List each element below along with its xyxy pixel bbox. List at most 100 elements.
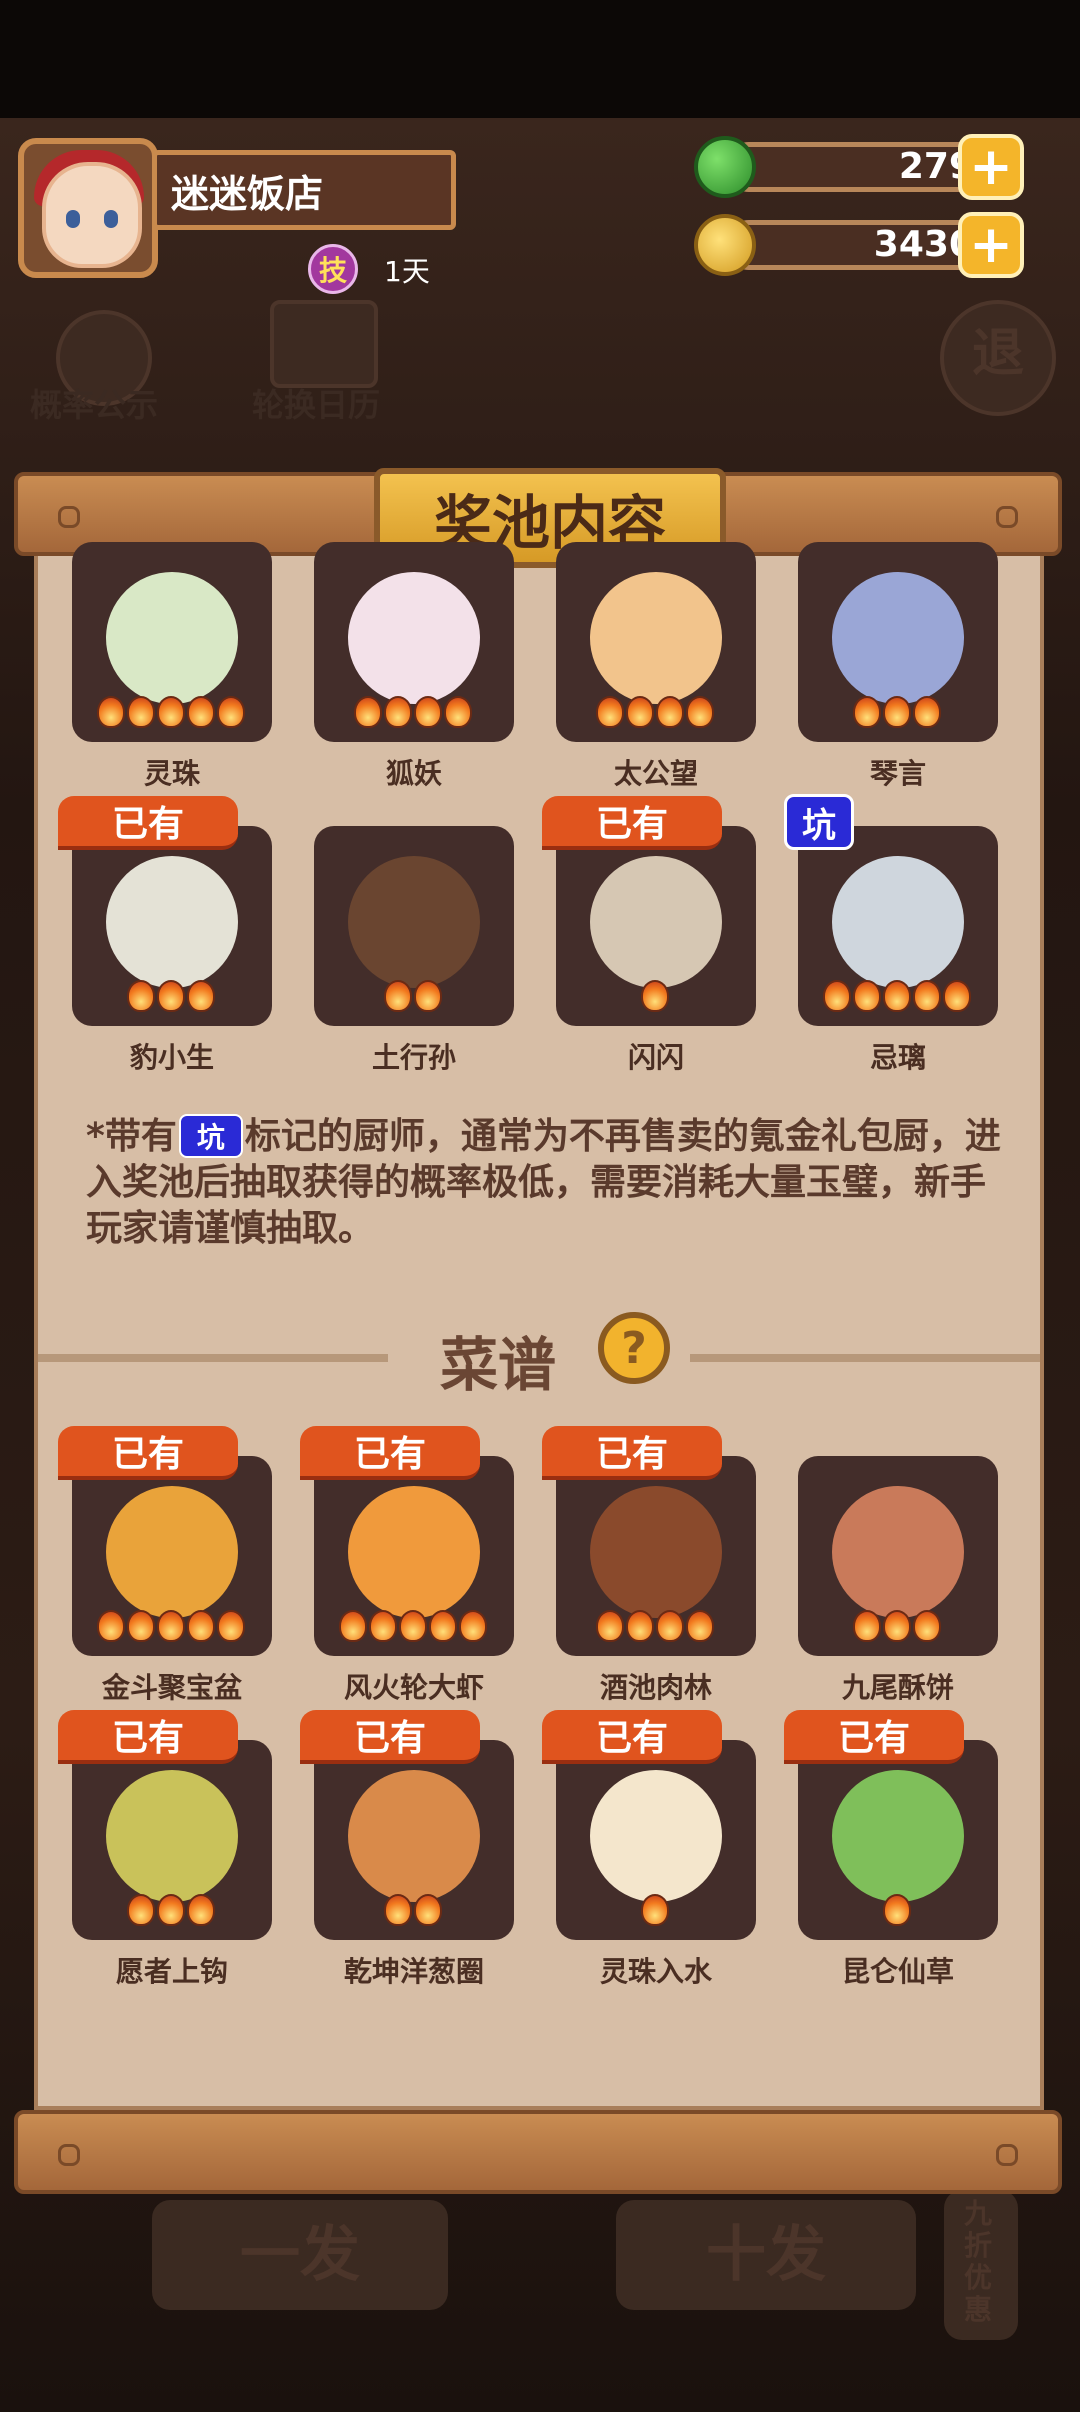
recipe-name: 金斗聚宝盆 — [101, 1671, 242, 1704]
shop-name-text: 迷迷饭店 — [171, 171, 324, 216]
flame-icon — [127, 696, 155, 728]
flame-icon — [187, 1610, 215, 1642]
flame-icon — [97, 696, 125, 728]
recipe-name: 灵珠入水 — [599, 1955, 712, 1988]
owned-tag: 已有 — [542, 1426, 722, 1480]
flame-icon — [384, 1894, 412, 1926]
recipe-name: 九尾酥饼 — [841, 1671, 954, 1704]
nail-icon — [996, 2144, 1018, 2166]
recipe-name: 乾坤洋葱圈 — [343, 1955, 484, 1988]
owned-tag: 已有 — [542, 796, 722, 850]
chef-illustration — [106, 572, 238, 704]
add-coin-button[interactable]: + — [958, 212, 1024, 278]
player-avatar[interactable] — [18, 138, 158, 278]
flame-icon — [399, 1610, 427, 1642]
flame-icon — [157, 1610, 185, 1642]
rarity-flames — [641, 980, 671, 1016]
single-draw-label: 一发 — [240, 2220, 360, 2290]
pit-tag: 坑 — [784, 794, 854, 850]
nail-icon — [996, 506, 1018, 528]
recipe-illustration — [106, 1770, 238, 1902]
nail-icon — [58, 2144, 80, 2166]
rarity-flames — [127, 980, 217, 1016]
owned-tag: 已有 — [58, 1426, 238, 1480]
recipe-illustration — [348, 1486, 480, 1618]
avatar-face — [42, 162, 142, 268]
rarity-flames — [641, 1894, 671, 1930]
flame-icon — [883, 696, 911, 728]
chef-name: 太公望 — [613, 757, 698, 790]
flame-icon — [883, 1894, 911, 1926]
flame-icon — [127, 980, 155, 1012]
pit-badge-inline: 坑 — [178, 1114, 243, 1158]
chef-illustration — [348, 572, 480, 704]
flame-icon — [913, 980, 941, 1012]
rarity-flames — [339, 1610, 489, 1646]
flame-icon — [217, 696, 245, 728]
flame-icon — [459, 1610, 487, 1642]
single-draw-button: 一发 — [152, 2200, 448, 2310]
chef-illustration — [590, 856, 722, 988]
flame-icon — [414, 1894, 442, 1926]
flame-icon — [414, 980, 442, 1012]
rarity-flames — [853, 1610, 943, 1646]
chef-illustration — [832, 856, 964, 988]
flame-icon — [596, 696, 624, 728]
flame-icon — [596, 1610, 624, 1642]
exit-button: 退 — [940, 300, 1056, 416]
flame-icon — [913, 1610, 941, 1642]
rarity-flames — [823, 980, 973, 1016]
recipe-name: 酒池肉林 — [599, 1671, 712, 1704]
ten-draw-label: 十发 — [706, 2220, 826, 2290]
avatar-eye-left — [66, 210, 80, 228]
rarity-flames — [596, 1610, 716, 1646]
flame-icon — [187, 980, 215, 1012]
flame-icon — [354, 696, 382, 728]
recipe-illustration — [106, 1486, 238, 1618]
flame-icon — [656, 696, 684, 728]
add-jade-button[interactable]: + — [958, 134, 1024, 200]
owned-tag: 已有 — [300, 1426, 480, 1480]
chef-name: 豹小生 — [129, 1041, 214, 1074]
flame-icon — [853, 1610, 881, 1642]
coin-icon — [694, 214, 756, 276]
recipe-name: 风火轮大虾 — [343, 1671, 484, 1704]
rarity-flames — [883, 1894, 913, 1930]
shop-name: 迷迷饭店 — [152, 150, 456, 230]
days-counter: 1天 — [384, 255, 430, 288]
help-button[interactable]: ? — [598, 1312, 670, 1384]
chef-illustration — [832, 572, 964, 704]
flame-icon — [913, 696, 941, 728]
discount-tag: 九折优惠 — [944, 2190, 1018, 2340]
owned-tag: 已有 — [542, 1710, 722, 1764]
owned-tag: 已有 — [58, 1710, 238, 1764]
jade-currency: 279 + — [694, 134, 1024, 200]
recipe-illustration — [590, 1770, 722, 1902]
flame-icon — [369, 1610, 397, 1642]
recipe-illustration — [590, 1486, 722, 1618]
divider — [38, 1354, 388, 1362]
coin-currency: 3430 + — [694, 212, 1024, 278]
flame-icon — [384, 980, 412, 1012]
bottom-beam — [14, 2110, 1062, 2194]
chef-name: 琴言 — [869, 757, 926, 790]
owned-tag: 已有 — [784, 1710, 964, 1764]
chef-illustration — [348, 856, 480, 988]
recipe-illustration — [832, 1770, 964, 1902]
flame-icon — [444, 696, 472, 728]
flame-icon — [883, 1610, 911, 1642]
flame-icon — [157, 696, 185, 728]
recipe-illustration — [832, 1486, 964, 1618]
recipe-illustration — [348, 1770, 480, 1902]
rarity-flames — [384, 1894, 444, 1930]
chef-name: 灵珠 — [143, 757, 200, 790]
flame-icon — [157, 1894, 185, 1926]
flame-icon — [626, 1610, 654, 1642]
jade-icon — [694, 136, 756, 198]
calendar-icon — [270, 300, 378, 388]
flame-icon — [339, 1610, 367, 1642]
flame-icon — [127, 1610, 155, 1642]
flame-icon — [187, 696, 215, 728]
flame-icon — [656, 1610, 684, 1642]
discount-label: 九折优惠 — [964, 2197, 993, 2326]
